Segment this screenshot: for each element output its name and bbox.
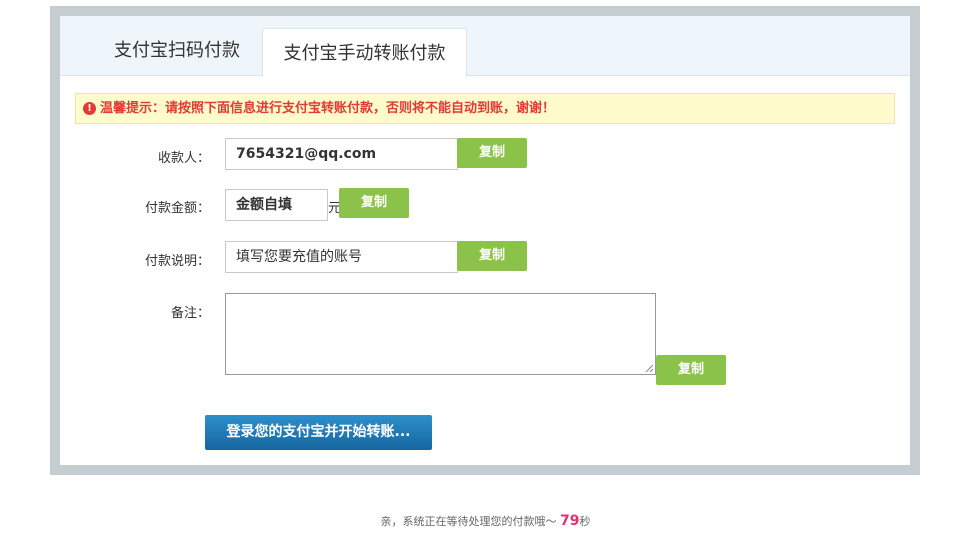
amount-field[interactable]: 金额自填 <box>225 189 328 221</box>
amount-label: 付款金额： <box>144 201 210 216</box>
tab-alipay-scan[interactable]: 支付宝扫码付款 <box>82 26 272 75</box>
countdown-seconds: 79 <box>560 513 580 529</box>
copy-remark-button[interactable]: 复制 <box>656 355 726 385</box>
tab-bar: 支付宝扫码付款 支付宝手动转账付款 <box>60 16 910 77</box>
copy-amount-button[interactable]: 复制 <box>339 188 409 218</box>
copy-desc-button[interactable]: 复制 <box>457 241 527 271</box>
copy-payee-button[interactable]: 复制 <box>457 138 527 168</box>
remark-textarea[interactable] <box>225 293 656 375</box>
notice-banner: ! 温馨提示：请按照下面信息进行支付宝转账付款，否则将不能自动到账，谢谢！ <box>75 93 895 124</box>
login-alipay-button[interactable]: 登录您的支付宝并开始转账... <box>205 415 432 450</box>
payment-panel: 支付宝扫码付款 支付宝手动转账付款 ! 温馨提示：请按照下面信息进行支付宝转账付… <box>60 16 910 465</box>
footer-suffix: 秒 <box>579 515 591 528</box>
resize-handle-icon[interactable] <box>644 363 654 373</box>
payment-desc-field[interactable]: 填写您要充值的账号 <box>225 241 458 273</box>
notice-text: 温馨提示：请按照下面信息进行支付宝转账付款，否则将不能自动到账，谢谢！ <box>100 101 556 116</box>
footer-status: 亲，系统正在等待处理您的付款哦～ 79秒 <box>0 513 971 529</box>
payment-frame: 支付宝扫码付款 支付宝手动转账付款 ! 温馨提示：请按照下面信息进行支付宝转账付… <box>50 6 920 475</box>
remark-label: 备注： <box>170 306 210 321</box>
payment-desc-label: 付款说明： <box>144 254 210 269</box>
payee-field[interactable]: 7654321@qq.com <box>225 138 458 170</box>
exclamation-icon: ! <box>83 102 96 115</box>
footer-prefix: 亲，系统正在等待处理您的付款哦～ <box>380 515 557 528</box>
payee-label: 收款人： <box>157 151 210 166</box>
tab-alipay-manual-transfer[interactable]: 支付宝手动转账付款 <box>262 28 467 77</box>
